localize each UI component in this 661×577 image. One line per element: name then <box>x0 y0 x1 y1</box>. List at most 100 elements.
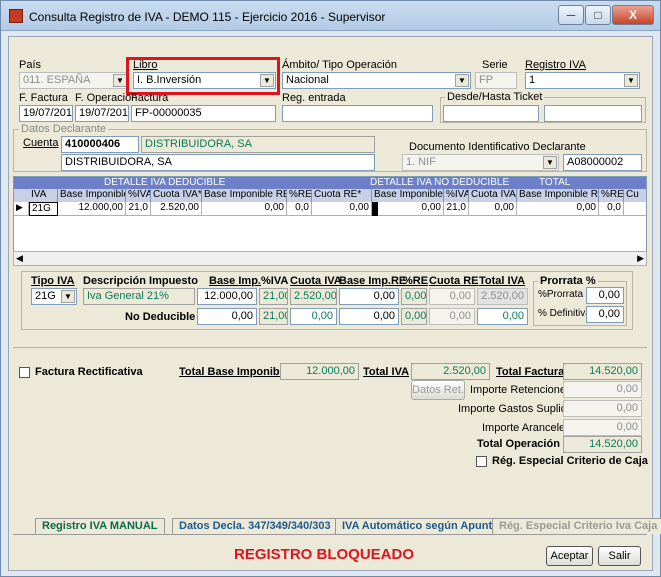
status-registro-bloqueado: REGISTRO BLOQUEADO <box>234 546 415 563</box>
grid-col-header[interactable]: %RE <box>599 189 624 202</box>
total-factura-field: 14.520,00 <box>563 363 642 380</box>
aceptar-button[interactable]: Aceptar <box>546 546 593 566</box>
grid-col-header[interactable]: Base Imponible RE <box>202 189 287 202</box>
table-row[interactable]: ▶ 21G 12.000,00 21,0 2.520,00 0,00 0,0 0… <box>14 202 646 216</box>
minimize-button[interactable]: ─ <box>558 5 584 25</box>
prorrata-field[interactable]: 0,00 <box>586 287 624 304</box>
piva-label: %IVA <box>261 275 289 287</box>
gastos-suplidos-field: 0,00 <box>563 400 642 417</box>
grid-col-header[interactable]: Base Imponible RE <box>517 189 599 202</box>
regimen-especial-label: Rég. Especial Criterio de Caja <box>492 455 648 467</box>
nombre-field[interactable]: DISTRIBUIDORA, SA <box>61 154 375 171</box>
doc-value-field[interactable]: A08000002 <box>563 154 642 171</box>
registro-iva-select[interactable]: 1 ▼ <box>525 72 640 89</box>
prorrata-label: %Prorrata <box>538 289 584 300</box>
grid-col-header[interactable]: Cuota RE* <box>312 189 372 202</box>
grid-group-total: TOTAL <box>539 177 571 188</box>
pre-field: 0,00 <box>401 288 427 305</box>
grid-cell[interactable]: 21G <box>29 202 58 216</box>
serie-field[interactable]: FP <box>475 72 517 89</box>
tab-regimen-especial[interactable]: Rég. Especial Criterio Iva Caja <box>492 518 661 534</box>
pais-select[interactable]: 011. ESPAÑA ▼ <box>19 72 129 89</box>
grid-col-header[interactable]: Base Imponible* <box>372 189 444 202</box>
grid-cell[interactable]: 0,00 <box>372 202 444 216</box>
pais-value: 011. ESPAÑA <box>23 74 91 86</box>
factura-field[interactable]: FP-00000035 <box>131 105 276 122</box>
doc-type-select[interactable]: 1. NIF ▼ <box>402 154 559 171</box>
base-imp-field[interactable]: 12.000,00 <box>197 288 257 305</box>
cell-cursor <box>372 202 378 216</box>
grid-cell[interactable]: 0,00 <box>517 202 599 216</box>
window-title: Consulta Registro de IVA - DEMO 115 - Ej… <box>29 10 386 24</box>
grid-cell[interactable]: 21,0 <box>126 202 151 216</box>
fecha-factura-field[interactable]: 19/07/2016 <box>19 105 73 122</box>
tipo-iva-select[interactable]: 21G ▼ <box>31 288 77 305</box>
grid-col-header[interactable]: %IVA <box>444 189 469 202</box>
grid-col-header[interactable]: Base Imponible* <box>58 189 126 202</box>
hasta-ticket-field[interactable] <box>544 105 642 122</box>
doc-identificativo-label: Documento Identificativo Declarante <box>409 141 586 153</box>
maximize-button[interactable]: □ <box>585 5 611 25</box>
chevron-down-icon: ▼ <box>61 290 75 303</box>
definitiva-field[interactable]: 0,00 <box>586 306 624 323</box>
cuota-iva-label: Cuota IVA <box>290 275 342 287</box>
grid-cell[interactable]: 0,0 <box>287 202 312 216</box>
salir-button[interactable]: Salir <box>598 546 641 566</box>
grid-cell[interactable]: 21,0 <box>444 202 469 216</box>
grid-cell[interactable]: 2.520,00 <box>151 202 202 216</box>
serie-label: Serie <box>482 59 508 71</box>
grid-horizontal-scrollbar[interactable]: ◀ ▶ <box>13 251 647 266</box>
grid-col-header[interactable]: IVA <box>29 189 58 202</box>
grid-group-header: DETALLE IVA DEDUCIBLE DETALLE IVA NO DED… <box>14 177 646 189</box>
prorrata-title: Prorrata % <box>538 275 598 287</box>
desde-ticket-field[interactable] <box>443 105 539 122</box>
base-imp-re-field[interactable]: 0,00 <box>339 288 399 305</box>
regimen-especial-checkbox[interactable] <box>476 456 487 467</box>
cuenta-name-field: DISTRIBUIDORA, SA <box>141 136 375 153</box>
datos-ret-button[interactable]: Datos Ret. <box>411 380 465 400</box>
chevron-down-icon: ▼ <box>543 156 557 169</box>
total-operacion-label: Total Operación = <box>477 438 570 450</box>
base-imp-label: Base Imp. <box>209 275 261 287</box>
pre-label: %RE <box>403 275 429 287</box>
grid-cell[interactable]: 0,0 <box>599 202 624 216</box>
factura-label: Factura <box>131 92 169 104</box>
fecha-operacion-field[interactable]: 19/07/2016 <box>75 105 129 122</box>
scroll-left-icon[interactable]: ◀ <box>16 253 23 264</box>
row-selector-icon[interactable]: ▶ <box>14 202 29 216</box>
cuenta-field[interactable]: 410000406 <box>61 136 139 153</box>
base-imp-re-label: Base Imp.RE <box>339 275 407 287</box>
nd-cuota-iva-field[interactable]: 0,00 <box>290 308 337 325</box>
total-iva-field: 2.520,00 <box>411 363 490 380</box>
grid-cell[interactable]: 0,00 <box>469 202 517 216</box>
reg-entrada-field[interactable] <box>282 105 433 122</box>
factura-rectificativa-label: Factura Rectificativa <box>35 366 143 378</box>
tab-registro-iva-manual[interactable]: Registro IVA MANUAL <box>35 518 165 534</box>
grid-col-header[interactable]: Cu <box>624 189 646 202</box>
grid-col-header[interactable]: Cuota IVA* <box>469 189 517 202</box>
total-base-label: Total Base Imponible <box>179 366 289 378</box>
chevron-down-icon: ▼ <box>624 74 638 87</box>
ambito-select[interactable]: Nacional ▼ <box>282 72 471 89</box>
grid-cell[interactable]: 12.000,00 <box>58 202 126 216</box>
factura-rectificativa-checkbox[interactable] <box>19 367 30 378</box>
grid-cell[interactable]: 0,00 <box>202 202 287 216</box>
cuota-re-label: Cuota RE <box>429 275 479 287</box>
desde-hasta-label: Desde/Hasta Ticket <box>445 91 545 103</box>
tab-iva-automatico[interactable]: IVA Automático según Apuntes <box>335 518 512 534</box>
grid-col-header[interactable]: Cuota IVA* <box>151 189 202 202</box>
nd-base-imp-re-field[interactable]: 0,00 <box>339 308 399 325</box>
nd-base-imp-field[interactable]: 0,00 <box>197 308 257 325</box>
grid-col-header[interactable]: %IVA <box>126 189 151 202</box>
doc-type-value: 1. NIF <box>406 156 436 168</box>
highlight-frame <box>126 57 280 95</box>
grid-cell[interactable] <box>624 202 646 216</box>
tab-datos-declaracion[interactable]: Datos Decla. 347/349/340/303 <box>172 518 338 534</box>
grid-cell[interactable]: 0,00 <box>312 202 372 216</box>
total-base-field: 12.000,00 <box>280 363 359 380</box>
total-iva-col-label: Total IVA <box>479 275 526 287</box>
grid-col-header[interactable]: %RE <box>287 189 312 202</box>
scroll-right-icon[interactable]: ▶ <box>637 253 644 264</box>
close-button[interactable]: X <box>612 5 654 25</box>
cuenta-label: Cuenta <box>23 137 59 149</box>
